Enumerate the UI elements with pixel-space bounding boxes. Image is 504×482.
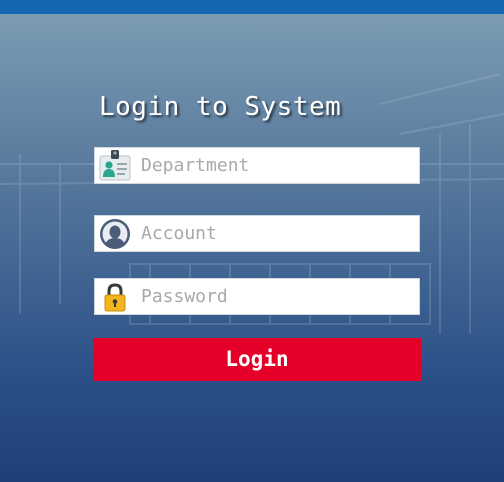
- password-field[interactable]: [94, 278, 420, 315]
- department-input[interactable]: [141, 148, 411, 183]
- account-field[interactable]: [94, 215, 420, 252]
- password-input[interactable]: [141, 279, 411, 314]
- top-bar: [0, 0, 504, 14]
- login-button[interactable]: Login: [93, 338, 421, 381]
- padlock-icon: [99, 281, 131, 313]
- id-badge-icon: [99, 150, 131, 182]
- department-field[interactable]: [94, 147, 420, 184]
- user-avatar-icon: [99, 218, 131, 250]
- account-input[interactable]: [141, 216, 411, 251]
- page-title: Login to System: [99, 92, 342, 122]
